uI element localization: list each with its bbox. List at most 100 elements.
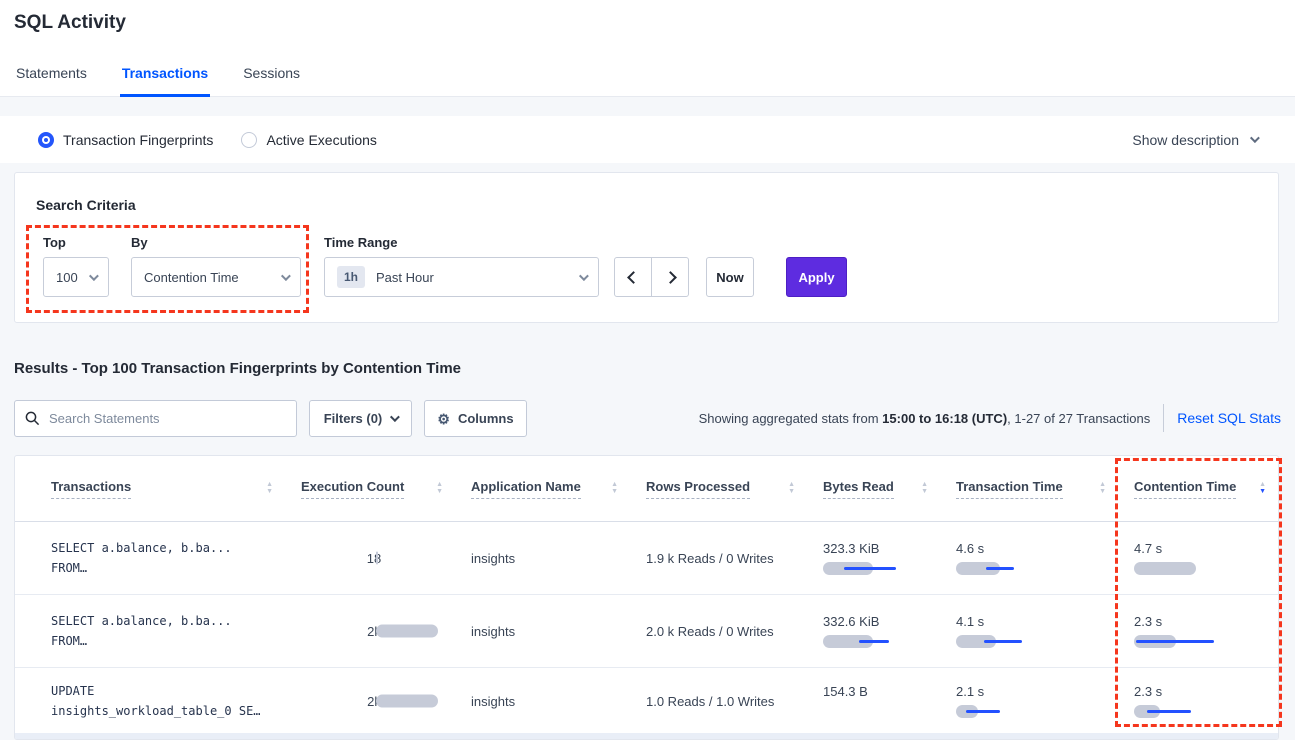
time-range-value: Past Hour [376,270,434,285]
column-header-application-name[interactable]: Application Name ▲▼ [471,479,646,499]
column-header-bytes-read[interactable]: Bytes Read ▲▼ [823,479,956,499]
search-statements-input[interactable] [14,400,297,437]
aggregated-stats-row: Showing aggregated stats from 15:00 to 1… [699,403,1281,433]
columns-button[interactable]: ⚙ Columns [424,400,527,437]
contention-time-cell: 2.3 s [1134,595,1278,667]
execution-count-bar [376,695,438,708]
chevron-right-icon [664,271,677,284]
view-toggle-bar: Transaction Fingerprints Active Executio… [0,116,1295,163]
sql-activity-page: SQL Activity Statements Transactions Ses… [0,0,1295,740]
chevron-down-icon [89,271,99,281]
filters-label: Filters (0) [324,411,383,426]
time-next-button[interactable] [651,257,689,297]
top-select-value: 100 [56,270,78,285]
column-header-transaction-time[interactable]: Transaction Time ▲▼ [956,479,1134,499]
application-name-cell: insights [471,668,646,734]
table-row: SELECT a.balance, b.ba... FROM… 18 insig… [15,522,1278,595]
sort-icon: ▲▼ [921,482,928,495]
table-header-row: Transactions ▲▼ Execution Count ▲▼ Appli… [15,456,1278,522]
apply-button[interactable]: Apply [786,257,847,297]
bytes-read-bar [823,562,932,575]
search-icon [25,411,40,426]
transaction-time-bar [956,562,1110,575]
transaction-fingerprint-link[interactable]: SELECT a.balance, b.ba... FROM… [15,522,301,594]
execution-count-cell: 18 [301,522,471,594]
sort-icon: ▲▼ [436,482,443,495]
sort-icon: ▲▼ [1099,482,1106,495]
search-statements-box [14,400,297,437]
by-select-value: Contention Time [144,270,239,285]
chevron-down-icon [1250,133,1260,143]
tab-statements[interactable]: Statements [14,65,89,97]
bytes-read-cell: 332.6 KiB [823,595,956,667]
contention-time-bar [1134,562,1254,575]
top-select[interactable]: 100 [43,257,109,297]
tab-sessions[interactable]: Sessions [241,65,302,97]
now-button[interactable]: Now [706,257,754,297]
transaction-time-cell: 4.6 s [956,522,1134,594]
transaction-fingerprint-link[interactable]: SELECT a.balance, b.ba... FROM… [15,595,301,667]
top-label: Top [43,235,66,250]
rows-processed-cell: 2.0 k Reads / 0 Writes [646,595,823,667]
next-row-edge [15,733,1278,739]
tab-transactions[interactable]: Transactions [120,65,210,97]
radio-selected-icon [38,132,54,148]
table-row: SELECT a.balance, b.ba... FROM… 2k insig… [15,595,1278,668]
by-label: By [131,235,148,250]
chevron-down-icon [390,412,400,422]
bytes-read-cell: 154.3 B [823,668,956,734]
page-header: SQL Activity Statements Transactions Ses… [0,0,1295,97]
bytes-read-bar [823,705,932,718]
time-prev-button[interactable] [614,257,652,297]
rows-processed-cell: 1.0 Reads / 1.0 Writes [646,668,823,734]
sort-icon: ▲▼ [788,482,795,495]
column-header-transactions[interactable]: Transactions ▲▼ [15,479,301,499]
column-header-rows-processed[interactable]: Rows Processed ▲▼ [646,479,823,499]
rows-processed-cell: 1.9 k Reads / 0 Writes [646,522,823,594]
application-name-cell: insights [471,522,646,594]
contention-time-cell: 4.7 s [1134,522,1278,594]
transaction-time-bar [956,705,1110,718]
application-name-cell: insights [471,595,646,667]
bytes-read-cell: 323.3 KiB [823,522,956,594]
transaction-time-cell: 2.1 s [956,668,1134,734]
contention-time-cell: 2.3 s [1134,668,1278,734]
time-range-select[interactable]: 1h Past Hour [324,257,599,297]
show-description-toggle[interactable]: Show description [1132,116,1257,163]
radio-active-executions[interactable]: Active Executions [241,132,377,148]
time-range-badge: 1h [337,266,365,288]
execution-count-bar [376,625,438,638]
transaction-time-cell: 4.1 s [956,595,1134,667]
columns-label: Columns [458,411,514,426]
vertical-divider [1163,404,1164,432]
time-range-label: Time Range [324,235,397,250]
column-header-contention-time[interactable]: Contention Time ▲▼ [1134,479,1278,499]
aggregated-stats-text: Showing aggregated stats from 15:00 to 1… [699,411,1151,426]
tab-bar: Statements Transactions Sessions [14,65,302,97]
transaction-fingerprint-link[interactable]: UPDATE insights_workload_table_0 SE… [15,668,301,734]
sort-icon: ▲▼ [266,482,273,495]
page-title: SQL Activity [14,12,126,34]
bytes-read-bar [823,635,932,648]
sort-icon-active: ▲▼ [1259,482,1266,495]
contention-time-bar [1134,635,1254,648]
chevron-down-icon [579,271,589,281]
time-range-value-wrap: 1h Past Hour [337,266,434,288]
gear-icon: ⚙ [437,412,450,426]
contention-time-bar [1134,705,1254,718]
chevron-down-icon [281,271,291,281]
table-row: UPDATE insights_workload_table_0 SE… 2k … [15,668,1278,735]
radio-label: Active Executions [266,132,377,148]
radio-unselected-icon [241,132,257,148]
by-select[interactable]: Contention Time [131,257,301,297]
results-heading: Results - Top 100 Transaction Fingerprin… [14,360,461,377]
show-description-label: Show description [1132,132,1239,148]
chevron-left-icon [627,271,640,284]
filters-button[interactable]: Filters (0) [309,400,412,437]
sort-icon: ▲▼ [611,482,618,495]
column-header-execution-count[interactable]: Execution Count ▲▼ [301,479,471,499]
reset-sql-stats-link[interactable]: Reset SQL Stats [1177,410,1281,426]
transactions-table: Transactions ▲▼ Execution Count ▲▼ Appli… [14,455,1279,740]
radio-transaction-fingerprints[interactable]: Transaction Fingerprints [38,132,213,148]
search-criteria-card: Search Criteria Top 100 By Contention Ti… [14,172,1279,323]
